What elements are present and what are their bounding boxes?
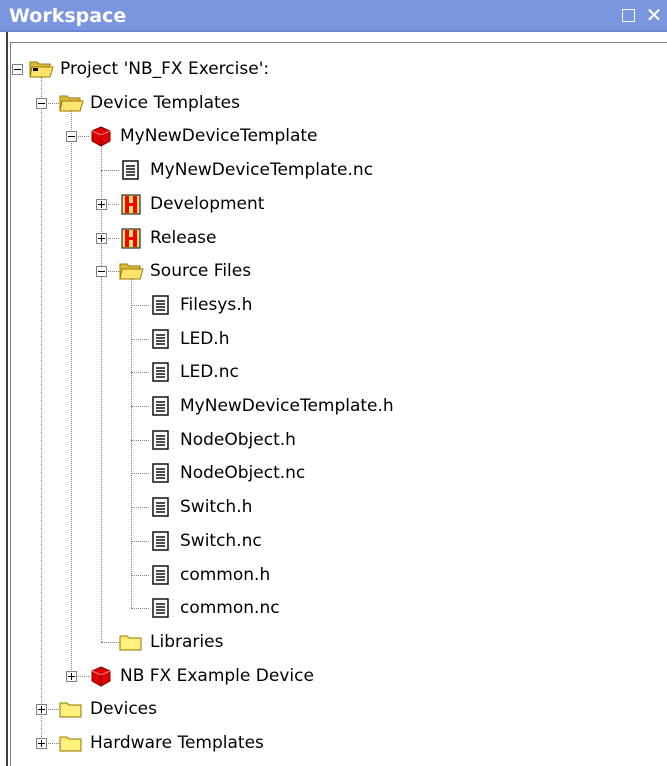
file-icon [147, 360, 175, 384]
restore-button[interactable] [618, 4, 638, 26]
panel-left-border [6, 32, 8, 766]
tree-item[interactable]: Project 'NB_FX Exercise': [27, 54, 271, 84]
tree-item[interactable]: Filesys.h [147, 290, 254, 320]
project-folder-icon [27, 57, 55, 81]
tree-item[interactable]: Devices [57, 694, 159, 724]
file-icon [147, 428, 175, 452]
folder-icon [57, 697, 85, 721]
title-buttons: ✕ [618, 3, 664, 27]
file-icon [147, 596, 175, 620]
expand-icon[interactable] [36, 738, 47, 749]
tree-item-label: Device Templates [90, 92, 240, 113]
file-icon [147, 529, 175, 553]
tree-item-label: MyNewDeviceTemplate [120, 126, 318, 147]
tree-item[interactable]: Release [117, 223, 218, 253]
tree-item-label: LED.nc [180, 362, 239, 383]
file-icon [147, 394, 175, 418]
expand-icon[interactable] [66, 670, 77, 682]
file-icon [147, 327, 175, 351]
build-config-icon [117, 192, 145, 216]
tree-item-label: NodeObject.h [180, 429, 296, 450]
tree-item[interactable]: NodeObject.nc [147, 458, 307, 488]
project-tree: Project 'NB_FX Exercise': Device Templat… [11, 43, 667, 766]
tree-item[interactable]: NodeObject.h [147, 425, 298, 455]
tree-item[interactable]: LED.h [147, 324, 231, 354]
tree-item[interactable]: NB FX Example Device [87, 661, 316, 691]
tree-item-label: Libraries [150, 631, 224, 652]
expand-icon[interactable] [96, 198, 107, 210]
tree-item-label: MyNewDeviceTemplate.h [180, 396, 394, 416]
collapse-icon[interactable] [66, 131, 77, 143]
file-icon [147, 495, 175, 519]
folder-icon [57, 731, 85, 755]
window-title: Workspace [9, 5, 127, 27]
tree-item-label: Switch.nc [180, 530, 262, 551]
tree-item-label: common.h [180, 564, 271, 585]
tree-item[interactable]: common.nc [147, 593, 282, 623]
tree-connector-line [41, 77, 42, 743]
tree-item[interactable]: LED.nc [147, 357, 241, 387]
tree-item-label: Project 'NB_FX Exercise': [60, 59, 270, 79]
folder-icon [117, 630, 145, 654]
tree-item-label: Source Files [150, 261, 252, 282]
collapse-icon[interactable] [12, 64, 23, 75]
tree-item-label: Development [150, 193, 265, 214]
tree-connector-line [71, 110, 72, 676]
tree-item-label: Filesys.h [180, 294, 253, 315]
expand-icon[interactable] [96, 232, 107, 244]
tree-item-label: NodeObject.nc [180, 463, 306, 484]
tree-item[interactable]: MyNewDeviceTemplate [87, 121, 320, 151]
file-icon [147, 563, 175, 587]
tree-item[interactable]: Device Templates [57, 88, 242, 118]
tree-item-label: LED.h [180, 328, 230, 349]
tree-item[interactable]: MyNewDeviceTemplate.h [147, 391, 396, 421]
folder-open-icon [117, 259, 145, 283]
tree-item-label: Hardware Templates [90, 733, 264, 753]
tree-connector-line [101, 144, 102, 642]
workspace-titlebar: Workspace ✕ [0, 0, 667, 32]
tree-item[interactable]: Source Files [117, 256, 253, 286]
tree-connector-line [131, 279, 132, 609]
tree-item-label: Switch.h [180, 497, 253, 518]
device-template-icon [87, 124, 115, 148]
close-button[interactable]: ✕ [644, 3, 664, 27]
tree-item-label: MyNewDeviceTemplate.nc [150, 160, 374, 181]
file-icon [147, 461, 175, 485]
tree-item[interactable]: Hardware Templates [57, 728, 266, 758]
tree-item[interactable]: Development [117, 189, 266, 219]
tree-item[interactable]: Switch.nc [147, 526, 264, 556]
tree-item[interactable]: Switch.h [147, 492, 254, 522]
tree-item[interactable]: Libraries [117, 627, 225, 657]
device-template-icon [87, 664, 115, 688]
build-config-icon [117, 226, 145, 250]
folder-open-icon [57, 91, 85, 115]
file-icon [117, 158, 145, 182]
tree-item-label: NB FX Example Device [120, 665, 314, 686]
restore-icon [621, 8, 635, 22]
tree-item[interactable]: MyNewDeviceTemplate.nc [117, 155, 375, 185]
tree-item-label: common.nc [180, 598, 280, 619]
collapse-icon[interactable] [96, 266, 107, 278]
expand-icon[interactable] [36, 704, 47, 716]
tree-item-label: Release [150, 227, 217, 248]
tree-item[interactable]: common.h [147, 560, 272, 590]
collapse-icon[interactable] [36, 97, 47, 109]
workspace-tree-panel: Project 'NB_FX Exercise': Device Templat… [10, 42, 667, 766]
file-icon [147, 293, 175, 317]
close-icon: ✕ [645, 3, 663, 27]
tree-item-label: Devices [90, 699, 157, 720]
